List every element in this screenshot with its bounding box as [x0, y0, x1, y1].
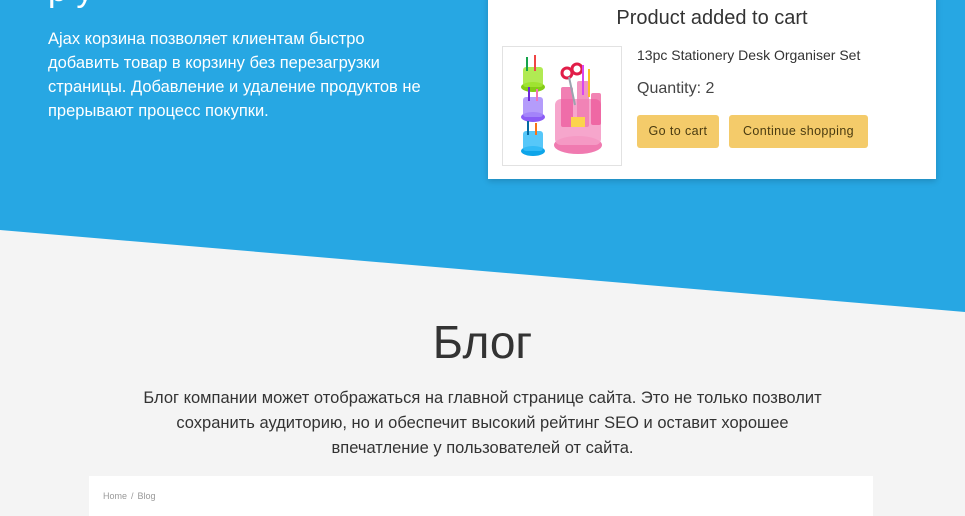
hero-description: Ajax корзина позволяет клиентам быстро д…	[48, 30, 421, 120]
blog-content-card: Home / Blog	[89, 476, 873, 516]
hero-title: р у	[48, 0, 93, 8]
cart-popup-title: Product added to cart	[616, 7, 808, 29]
product-thumbnail[interactable]	[502, 46, 622, 166]
product-name[interactable]: 13pc Stationery Desk Organiser Set	[637, 46, 860, 64]
blog-description: Блог компании может отображаться на глав…	[143, 389, 822, 457]
desk-organiser-image	[521, 55, 602, 156]
product-quantity: Quantity: 2	[637, 80, 715, 97]
continue-shopping-button[interactable]: Continue shopping	[729, 115, 868, 148]
go-to-cart-button[interactable]: Go to cart	[637, 115, 719, 148]
blog-title: Блог	[432, 316, 533, 368]
cart-popup: Product added to cart 13pc Stationery De…	[488, 0, 936, 179]
